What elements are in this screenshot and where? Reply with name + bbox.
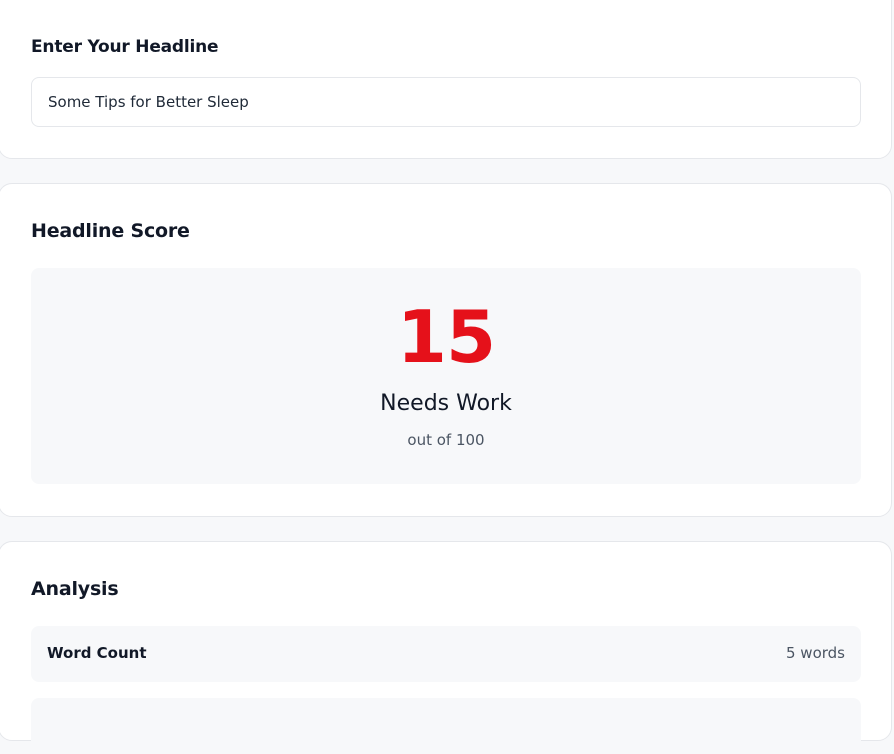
headline-score-card: Headline Score 15 Needs Work out of 100: [0, 183, 892, 517]
headline-input-label: Enter Your Headline: [31, 37, 219, 57]
headline-score-title: Headline Score: [31, 220, 190, 242]
score-value: 15: [396, 295, 496, 379]
score-scale: out of 100: [407, 431, 485, 449]
analysis-row-word-count: Word Count 5 words: [31, 626, 861, 682]
analysis-row-label: Word Count: [47, 644, 147, 662]
score-panel: 15 Needs Work out of 100: [31, 268, 861, 484]
analysis-title: Analysis: [31, 578, 119, 600]
headline-input[interactable]: [31, 77, 861, 127]
analysis-row-partial: [31, 698, 861, 754]
score-rating: Needs Work: [380, 391, 512, 416]
analysis-card: Analysis Word Count 5 words: [0, 541, 892, 754]
analysis-row-value: 5 words: [786, 644, 845, 662]
headline-input-card: Enter Your Headline: [0, 0, 892, 159]
